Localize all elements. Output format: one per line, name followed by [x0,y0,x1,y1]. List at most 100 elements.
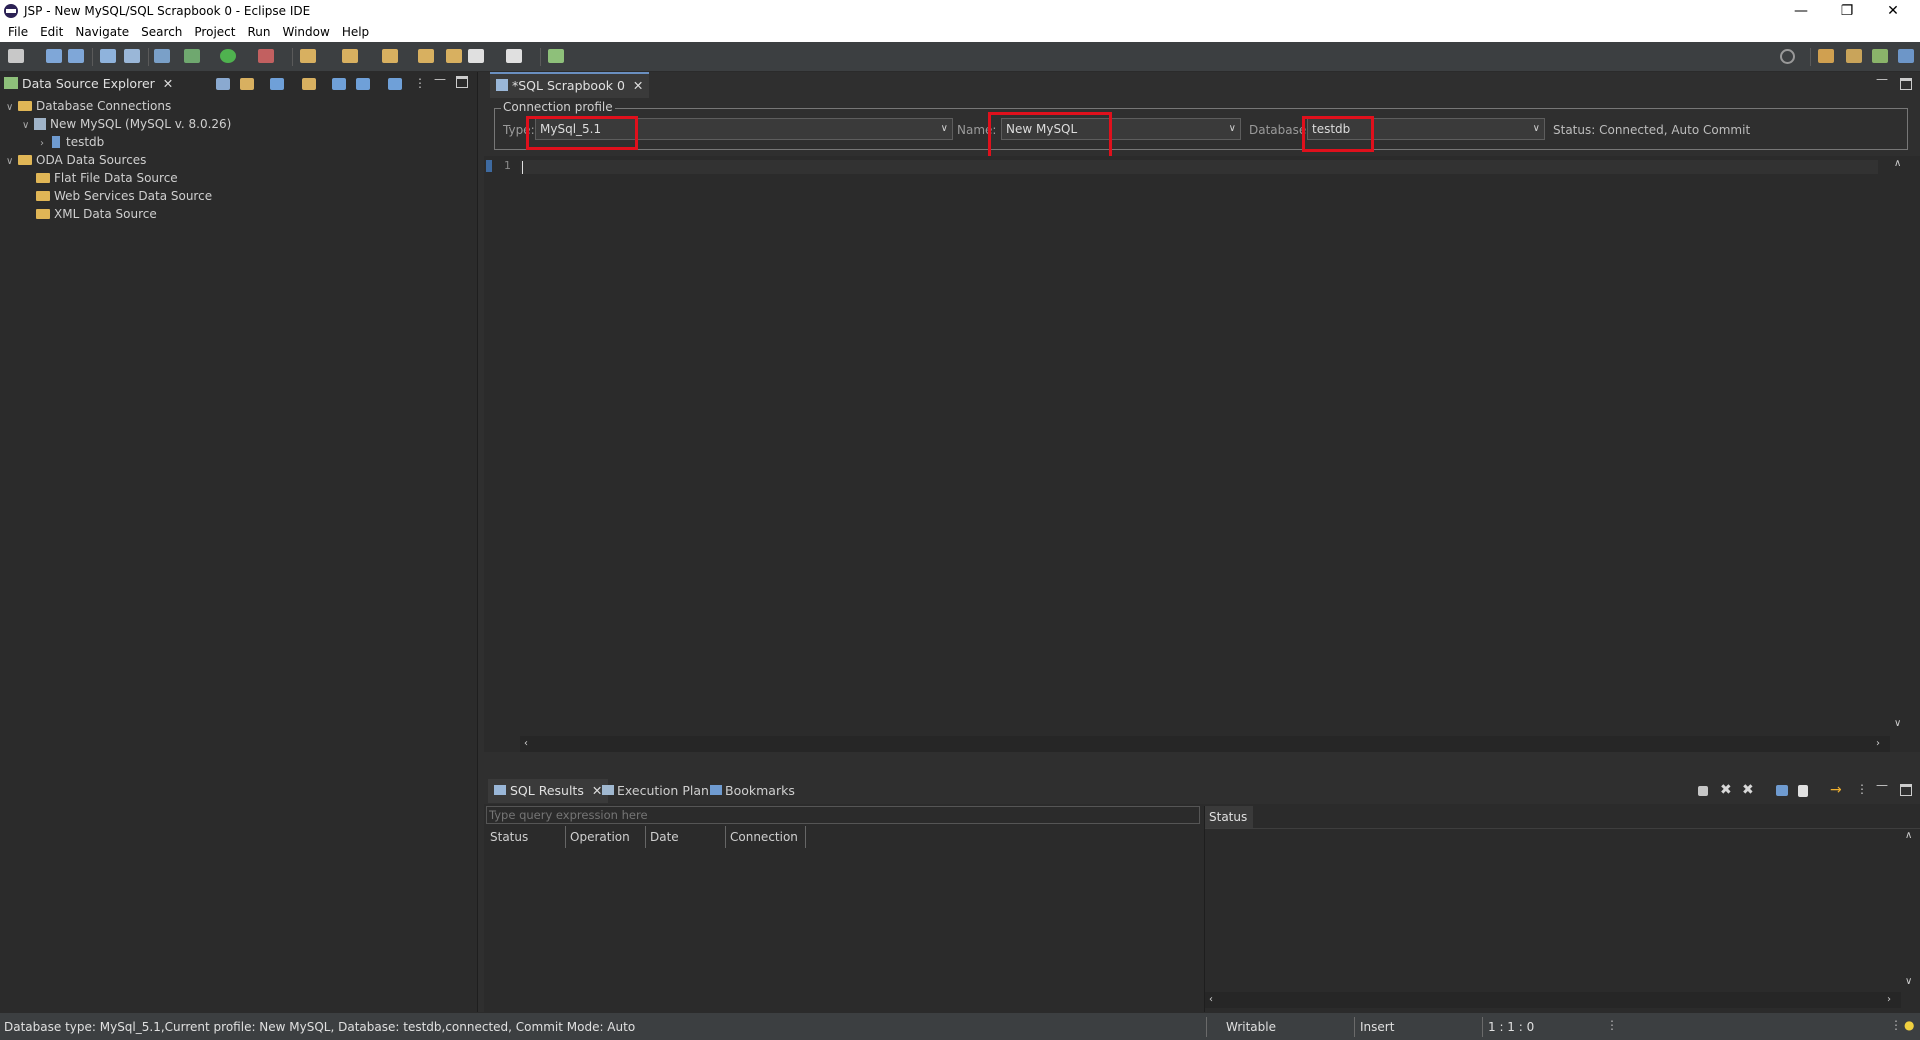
tree-item-web-services[interactable]: Web Services Data Source [36,187,212,205]
column-header-operation[interactable]: Operation [566,826,646,848]
save-icon[interactable] [46,49,62,63]
tab-bookmarks[interactable]: Bookmarks [710,779,795,803]
search-files-icon[interactable] [154,49,170,63]
collapse-all-icon[interactable] [216,78,230,90]
view-menu-icon[interactable]: ⋮ [414,76,426,90]
import-icon[interactable] [332,78,346,90]
minimize-view-icon[interactable]: — [434,72,446,86]
code-area[interactable]: 1 ∧ ∨ ‹ › [484,156,1920,752]
maximize-view-icon[interactable] [1900,784,1912,796]
menu-project[interactable]: Project [190,22,243,42]
filter-icon[interactable] [388,78,402,90]
arrow-right-icon[interactable]: → [1830,782,1842,798]
forward-icon[interactable] [506,49,522,63]
stop-icon[interactable] [1698,786,1708,796]
status-horizontal-scrollbar[interactable]: ‹ › [1205,992,1901,1008]
scroll-right-icon[interactable]: › [1876,738,1880,749]
perspective-database-icon[interactable] [1872,49,1888,63]
chevron-down-icon[interactable]: ∨ [22,117,34,135]
edit-icon[interactable] [300,49,316,63]
terminal-icon[interactable] [124,49,140,63]
close-tab-icon[interactable]: ✕ [633,78,643,93]
menu-navigate[interactable]: Navigate [71,22,137,42]
current-line[interactable] [520,160,1878,174]
scroll-left-icon[interactable]: ‹ [524,738,528,749]
export-icon[interactable] [356,78,370,90]
results-table-body[interactable] [484,850,1200,1012]
forward-edit-icon[interactable] [446,49,462,63]
previous-annotation-icon[interactable] [382,49,398,63]
tab-status[interactable]: Status [1205,806,1253,828]
perspective-debug-icon[interactable] [1898,49,1914,63]
perspective-web-icon[interactable] [1846,49,1862,63]
menu-search[interactable]: Search [137,22,190,42]
close-window-button[interactable]: ✕ [1870,0,1916,22]
scroll-left-icon[interactable]: ‹ [1209,994,1213,1005]
tree-item-testdb[interactable]: › testdb [40,133,104,151]
save-result-icon[interactable] [1776,785,1788,796]
column-header-date[interactable]: Date [646,826,726,848]
scroll-up-icon[interactable]: ∧ [1894,158,1901,169]
back-icon[interactable] [468,49,484,63]
column-header-status[interactable]: Status [486,826,566,848]
remove-all-icon[interactable]: ✖ [1742,782,1754,798]
run-icon[interactable] [220,49,236,63]
data-source-explorer-panel: Data Source Explorer ✕ ⋮ — ∨ Database Conn… [0,72,478,1012]
menu-edit[interactable]: Edit [36,22,71,42]
remove-result-icon[interactable]: ✖ [1720,782,1732,798]
chevron-down-icon[interactable]: ∨ [6,153,18,171]
scroll-down-icon[interactable]: ∨ [1894,718,1901,729]
scroll-up-icon[interactable]: ∧ [1905,830,1912,841]
menu-run[interactable]: Run [243,22,278,42]
status-menu-icon[interactable]: ⋮ [1606,1018,1618,1032]
new-icon[interactable] [8,49,24,63]
tree-item-oda-data-sources[interactable]: ∨ ODA Data Sources [6,151,146,169]
minimize-view-icon[interactable]: — [1876,778,1888,792]
current-line-marker [486,160,492,172]
horizontal-scrollbar[interactable]: ‹ › [520,736,1890,752]
status-menu-icon[interactable]: ⋮ [1890,1018,1902,1032]
lightbulb-icon[interactable]: ● [1904,1018,1914,1032]
new-connection-icon[interactable] [270,78,284,90]
database-icon [34,118,46,130]
maximize-view-icon[interactable] [456,76,468,88]
tree-item-new-mysql[interactable]: ∨ New MySQL (MySQL v. 8.0.26) [22,115,231,133]
last-edit-icon[interactable] [418,49,434,63]
scroll-down-icon[interactable]: ∨ [1905,976,1912,987]
view-menu-icon[interactable]: ⋮ [1856,782,1868,796]
minimize-button[interactable]: — [1778,0,1824,22]
debug-icon[interactable] [184,49,200,63]
open-perspective-icon[interactable] [548,49,564,63]
column-header-connection[interactable]: Connection P [726,826,806,866]
perspective-java-icon[interactable] [1818,49,1834,63]
minimize-editor-icon[interactable]: — [1876,72,1888,86]
connect-icon[interactable] [302,78,316,90]
export-result-icon[interactable] [1798,785,1808,797]
tree-item-xml[interactable]: XML Data Source [36,205,157,223]
next-annotation-icon[interactable] [342,49,358,63]
link-with-editor-icon[interactable] [240,78,254,90]
chevron-down-icon[interactable]: ∨ [6,99,18,117]
close-tab-icon[interactable]: ✕ [592,783,602,798]
tab-sql-results[interactable]: SQL Results ✕ [488,779,609,803]
vertical-scrollbar[interactable]: ∧ ∨ [1890,156,1906,736]
scroll-right-icon[interactable]: › [1887,994,1891,1005]
query-filter-input[interactable] [486,806,1200,824]
print-icon[interactable] [100,49,116,63]
menu-help[interactable]: Help [338,22,377,42]
external-tools-icon[interactable] [258,49,274,63]
menu-file[interactable]: File [4,22,36,42]
search-icon[interactable] [1780,49,1795,64]
status-vertical-scrollbar[interactable]: ∧ ∨ [1901,830,1917,990]
restore-button[interactable]: ❐ [1824,0,1870,22]
tree-item-flat-file[interactable]: Flat File Data Source [36,169,178,187]
menu-window[interactable]: Window [278,22,337,42]
database-schema-icon [52,136,60,148]
tab-data-source-explorer[interactable]: Data Source Explorer ✕ [4,72,173,96]
tab-execution-plan[interactable]: Execution Plan [602,779,709,803]
tab-sql-scrapbook[interactable]: *SQL Scrapbook 0 ✕ [490,72,650,98]
save-all-icon[interactable] [68,49,84,63]
maximize-editor-icon[interactable] [1900,78,1912,90]
tree-item-database-connections[interactable]: ∨ Database Connections [6,97,171,115]
close-tab-icon[interactable]: ✕ [163,76,173,91]
